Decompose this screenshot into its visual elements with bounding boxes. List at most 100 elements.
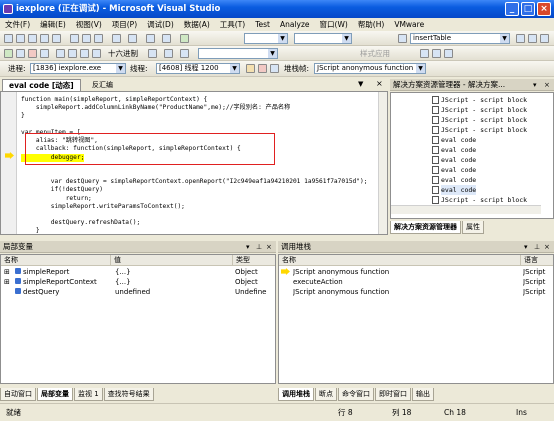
close-icon[interactable]: × [266, 242, 272, 252]
tree-item[interactable]: JScript - script block [432, 115, 527, 125]
menu-vmware[interactable]: VMware [389, 18, 429, 31]
save-all-icon[interactable] [52, 34, 61, 43]
tab-output[interactable]: 输出 [412, 388, 434, 401]
tree-item[interactable]: eval code [432, 135, 476, 145]
tree-item[interactable]: eval code [432, 145, 476, 155]
pause-icon[interactable] [16, 49, 25, 58]
table-cell-value[interactable]: {...} [115, 267, 233, 277]
save-icon[interactable] [40, 34, 49, 43]
tree-item-selected[interactable]: eval code [432, 185, 477, 195]
pin-icon[interactable]: ▾ [246, 242, 250, 252]
redo-icon[interactable] [128, 34, 137, 43]
menu-help[interactable]: 帮助(H) [353, 18, 390, 31]
navigate-forward-icon[interactable] [162, 34, 171, 43]
continue-icon[interactable] [4, 49, 13, 58]
menu-debug[interactable]: 调试(D) [142, 18, 179, 31]
tab-breakpoints[interactable]: 断点 [315, 388, 337, 401]
tab-watch[interactable]: 监视 1 [74, 388, 103, 401]
windows-icon[interactable] [164, 49, 173, 58]
show-next-statement-icon[interactable] [56, 49, 65, 58]
tree-item[interactable]: eval code [432, 165, 476, 175]
format-icon-3[interactable] [444, 49, 453, 58]
cut-icon[interactable] [70, 34, 79, 43]
menu-project[interactable]: 项目(P) [107, 18, 142, 31]
tab-call-stack[interactable]: 调用堆栈 [278, 388, 314, 401]
tree-item[interactable]: JScript - script block [432, 195, 527, 205]
hex-toggle[interactable]: 十六进制 [108, 48, 138, 59]
tree-item[interactable]: eval code [432, 155, 476, 165]
vertical-scrollbar[interactable] [378, 92, 387, 234]
tab-autos[interactable]: 自动窗口 [0, 388, 36, 401]
new-project-icon[interactable] [4, 34, 13, 43]
menu-view[interactable]: 视图(V) [71, 18, 107, 31]
format-icon[interactable] [420, 49, 429, 58]
process-combo[interactable]: [1836] iexplore.exe ▼ [30, 63, 126, 74]
tree-item[interactable]: JScript - script block [432, 95, 527, 105]
menu-test[interactable]: Test [250, 18, 275, 31]
tree-item[interactable]: JScript - script block [432, 125, 527, 135]
maximize-button[interactable]: □ [521, 2, 535, 16]
menu-data[interactable]: 数据(A) [179, 18, 215, 31]
step-out-icon[interactable] [92, 49, 101, 58]
add-item-icon[interactable] [16, 34, 25, 43]
menu-window[interactable]: 窗口(W) [315, 18, 353, 31]
tree-item[interactable]: eval code [432, 175, 476, 185]
paste-icon[interactable] [94, 34, 103, 43]
undo-icon[interactable] [112, 34, 121, 43]
tab-disassembly[interactable]: 反汇编 [88, 80, 117, 91]
config-combo[interactable]: ▼ [244, 33, 288, 44]
find-icon[interactable] [398, 34, 407, 43]
find-combo[interactable]: insertTable ▼ [410, 33, 510, 44]
flag-thread-icon[interactable] [246, 64, 255, 73]
tab-properties[interactable]: 属性 [462, 221, 484, 234]
table-cell-name[interactable]: JScript anonymous function [293, 267, 519, 277]
navigate-back-icon[interactable] [146, 34, 155, 43]
pin-icon[interactable]: ▾ [533, 80, 537, 90]
column-header-value[interactable]: 值 [111, 255, 233, 266]
tab-immediate-window[interactable]: 即时窗口 [375, 388, 411, 401]
dropdown-icon[interactable] [180, 49, 189, 58]
close-icon[interactable]: × [376, 79, 383, 88]
close-button[interactable]: × [537, 2, 551, 16]
horizontal-scrollbar[interactable] [391, 205, 541, 214]
table-cell-name[interactable]: destQuery [23, 287, 111, 297]
table-cell-name[interactable]: simpleReportContext [23, 277, 111, 287]
column-header-name[interactable]: 名称 [279, 255, 521, 266]
autohide-icon[interactable]: ⊥ [534, 242, 540, 252]
editor-gutter[interactable] [1, 92, 17, 234]
thread-combo[interactable]: [4608] 线程 1200 ▼ [156, 63, 240, 74]
step-over-icon[interactable] [80, 49, 89, 58]
table-cell-value[interactable]: {...} [115, 277, 233, 287]
thread-filter-icon[interactable] [258, 64, 267, 73]
restart-icon[interactable] [40, 49, 49, 58]
properties-icon[interactable] [528, 34, 537, 43]
format-icon-2[interactable] [432, 49, 441, 58]
tab-find-symbol-results[interactable]: 查找符号结果 [103, 388, 154, 401]
expand-icon[interactable]: ⊞ [4, 277, 14, 287]
table-cell-name[interactable]: simpleReport [23, 267, 111, 277]
tab-solution-explorer[interactable]: 解决方案资源管理器 [390, 221, 461, 234]
tab-locals[interactable]: 局部变量 [37, 388, 73, 401]
tree-item[interactable]: JScript - script block [432, 105, 527, 115]
autohide-icon[interactable]: ⊥ [256, 242, 262, 252]
stack-frame-combo[interactable]: JScript anonymous function ▼ [314, 63, 426, 74]
table-cell-name[interactable]: executeAction [293, 277, 519, 287]
menu-tools[interactable]: 工具(T) [215, 18, 250, 31]
stack-icon[interactable] [270, 64, 279, 73]
column-header-language[interactable]: 语言 [521, 255, 553, 266]
menu-analyze[interactable]: Analyze [275, 18, 315, 31]
table-cell-value[interactable]: undefined [115, 287, 233, 297]
pin-icon[interactable]: ▾ [524, 242, 528, 252]
copy-icon[interactable] [82, 34, 91, 43]
stop-icon[interactable] [28, 49, 37, 58]
open-file-icon[interactable] [28, 34, 37, 43]
platform-combo[interactable]: ▼ [294, 33, 352, 44]
column-header-name[interactable]: 名称 [1, 255, 111, 266]
column-header-type[interactable]: 类型 [233, 255, 275, 266]
tab-command-window[interactable]: 命令窗口 [338, 388, 374, 401]
solution-explorer-icon[interactable] [516, 34, 525, 43]
step-into-icon[interactable] [68, 49, 77, 58]
close-icon[interactable]: × [544, 80, 550, 90]
solution-tree[interactable]: JScript - script block JScript - script … [390, 92, 554, 219]
table-cell-name[interactable]: JScript anonymous function [293, 287, 519, 297]
